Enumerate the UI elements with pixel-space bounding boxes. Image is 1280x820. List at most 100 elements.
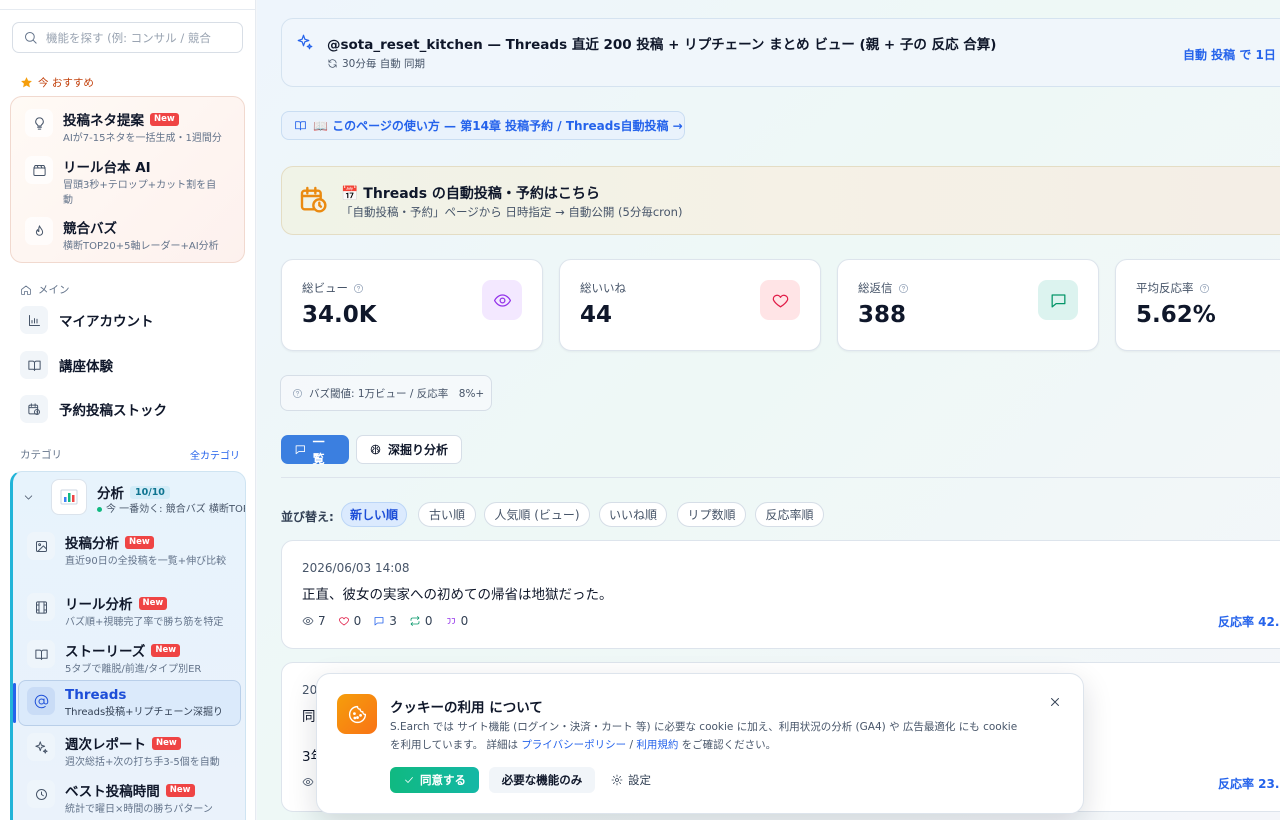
new-badge: New [150, 112, 179, 126]
all-categories-link[interactable]: 全カテゴリ [190, 447, 240, 462]
stat-label: 総返信 [858, 281, 893, 295]
bar-chart-icon [20, 306, 48, 334]
settings-label: 設定 [628, 773, 651, 787]
recommend-sub: 冒頭3秒+テロップ+カット割を自動 [63, 180, 217, 206]
category-title: 分析 [97, 486, 124, 502]
nav-label: マイアカウント [59, 314, 154, 330]
sort-replies[interactable]: リプ数順 [677, 502, 746, 527]
nav-stories[interactable]: ストーリーズ New 5タブで離脱/前進/タイプ別ER [27, 640, 201, 678]
sync-text: 30分毎 自動 同期 [342, 58, 426, 70]
nav-course[interactable]: 講座体験 [20, 351, 113, 379]
stat-value: 5.62% [1136, 302, 1216, 328]
auto-post-banner[interactable]: 📅 Threads の自動投稿・予約はこちら 「自動投稿・予約」ページから 日時… [281, 166, 1280, 235]
nav-title: Threads [65, 687, 127, 703]
tab-deep-analysis[interactable]: 深掘り分析 [356, 435, 462, 464]
new-badge: New [151, 643, 181, 657]
flame-icon [25, 217, 53, 245]
auto-post-title: 📅 Threads の自動投稿・予約はこちら [341, 186, 600, 202]
check-icon [405, 777, 413, 783]
buzz-threshold: バズ閾値: 1万ビュー / 反応率 8%+ [280, 375, 492, 411]
buzz-threshold-text: バズ閾値: 1万ビュー / 反応率 8%+ [309, 387, 485, 400]
page-guide-link[interactable]: 📖 このページの使い方 — 第14章 投稿予約 / Threads自動投稿 → [281, 111, 685, 140]
tab-list[interactable]: 一覧 [281, 434, 349, 466]
terms-link[interactable]: 利用規約 [636, 739, 678, 751]
gear-icon [611, 774, 623, 786]
category-label: カテゴリ [20, 449, 62, 461]
eye-icon [482, 280, 522, 320]
cookie-icon [337, 694, 377, 734]
stat-value: 388 [858, 302, 907, 328]
help-icon[interactable] [353, 283, 364, 294]
nav-title: ストーリーズ [65, 644, 146, 660]
nav-sub: バズ順+視聴完了率で勝ち筋を特定 [65, 617, 224, 628]
post-text: 同 [302, 709, 316, 725]
close-icon[interactable] [1048, 695, 1062, 709]
sort-likes[interactable]: いいね順 [599, 502, 667, 527]
brain-icon [370, 444, 381, 455]
nav-title: ベスト投稿時間 [65, 784, 160, 800]
heart-icon [760, 280, 800, 320]
stat-label: 平均反応率 [1136, 281, 1194, 295]
nav-threads[interactable]: Threads Threads投稿+リプチェーン深掘り [27, 687, 223, 721]
feature-search[interactable] [12, 22, 243, 53]
post-card[interactable]: 2026/06/03 14:08 正直、彼女の実家への初めての帰省は地獄だった。… [281, 540, 1280, 649]
category-heading: カテゴリ [20, 447, 62, 462]
sort-oldest[interactable]: 古い順 [418, 502, 476, 527]
stat-card-replies: 総返信 388 [837, 259, 1099, 351]
stat-label: 総いいね [580, 281, 626, 295]
at-sign-icon [27, 687, 55, 715]
recommend-item-post-ideas[interactable]: 投稿ネタ提案 New AIが7-15ネタを一括生成・1週間分 [25, 109, 222, 147]
nav-sub: 週次総括+次の打ち手3-5個を自動 [65, 757, 220, 768]
nav-label: 講座体験 [59, 359, 113, 375]
heart-icon [338, 617, 349, 626]
category-sub: 今 一番効く: 競合バズ 横断TOP [97, 500, 245, 515]
quote-icon [446, 618, 455, 624]
book-icon [20, 351, 48, 379]
recommend-label: 今 おすすめ [38, 77, 94, 89]
nav-my-account[interactable]: マイアカウント [20, 306, 154, 334]
nav-weekly-report[interactable]: 週次レポート New 週次総括+次の打ち手3-5個を自動 [27, 733, 220, 771]
settings-button[interactable]: 設定 [611, 767, 651, 793]
category-analysis: 分析 10/10 今 一番効く: 競合バズ 横断TOP 投稿分析 New 直近90日… [10, 471, 246, 820]
clapperboard-icon [25, 156, 53, 184]
guide-label: 📖 このページの使い方 — 第14章 投稿予約 / Threads自動投稿 → [313, 119, 683, 133]
help-icon[interactable] [898, 283, 909, 294]
recommend-title: 投稿ネタ提案 [63, 113, 144, 129]
search-input[interactable] [46, 30, 226, 45]
sort-rate[interactable]: 反応率順 [755, 502, 824, 527]
page-title: @sota_reset_kitchen — Threads 直近 200 投稿 … [327, 37, 997, 53]
home-icon [21, 285, 31, 295]
category-header[interactable]: 分析 10/10 今 一番効く: 競合バズ 横断TOP [13, 472, 245, 522]
book-open-icon [295, 121, 306, 131]
message-square-icon [1038, 280, 1078, 320]
nav-post-analysis[interactable]: 投稿分析 New 直近90日の全投稿を一覧+伸び比較 [27, 532, 235, 570]
help-icon[interactable] [1199, 283, 1210, 294]
nav-reel-analysis[interactable]: リール分析 New バズ順+視聴完了率で勝ち筋を特定 [27, 593, 223, 631]
cookie-consent-dialog: クッキーの利用 について S.Earch では サイト機能 (ログイン・決済・カ… [316, 673, 1084, 814]
sort-popular[interactable]: 人気順 (ビュー) [484, 502, 590, 527]
post-date: 20 [302, 683, 318, 697]
recommend-title: 競合バズ [63, 221, 117, 237]
recommend-item-competitor-buzz[interactable]: 競合バズ 横断TOP20+5軸レーダー+AI分析 [25, 217, 219, 255]
privacy-policy-link[interactable]: プライバシーポリシー [521, 739, 626, 751]
nav-scheduled-stock[interactable]: 予約投稿ストック [20, 395, 167, 423]
sort-label: 並び替え: [281, 510, 334, 524]
post-text: 正直、彼女の実家への初めての帰省は地獄だった。 [302, 587, 613, 603]
agree-button[interactable]: 同意する [390, 767, 479, 793]
post-stats: 7 0 3 0 0 [302, 614, 480, 628]
tab-label: 一覧 [312, 434, 325, 466]
stat-value: 44 [580, 302, 613, 328]
nav-sub: 統計で曜日×時間の勝ちパターン [65, 804, 213, 815]
nav-label: 予約投稿ストック [59, 403, 167, 419]
nav-best-time[interactable]: ベスト投稿時間 New 統計で曜日×時間の勝ちパターン [27, 780, 213, 818]
divider [281, 477, 1280, 478]
stat-label: 総ビュー [302, 281, 348, 295]
recommend-item-reel-script[interactable]: リール台本 AI 冒頭3秒+テロップ+カット割を自動 [25, 156, 223, 208]
page-header: @sota_reset_kitchen — Threads 直近 200 投稿 … [281, 18, 1280, 87]
sparkles-icon [27, 733, 55, 761]
auto-post-link[interactable]: 自動 投稿 で 1日 3 [1183, 46, 1280, 63]
necessary-only-button[interactable]: 必要な機能のみ [489, 767, 595, 793]
sort-newest[interactable]: 新しい順 [341, 502, 407, 527]
active-indicator [13, 683, 16, 723]
cookie-title: クッキーの利用 について [390, 700, 543, 716]
